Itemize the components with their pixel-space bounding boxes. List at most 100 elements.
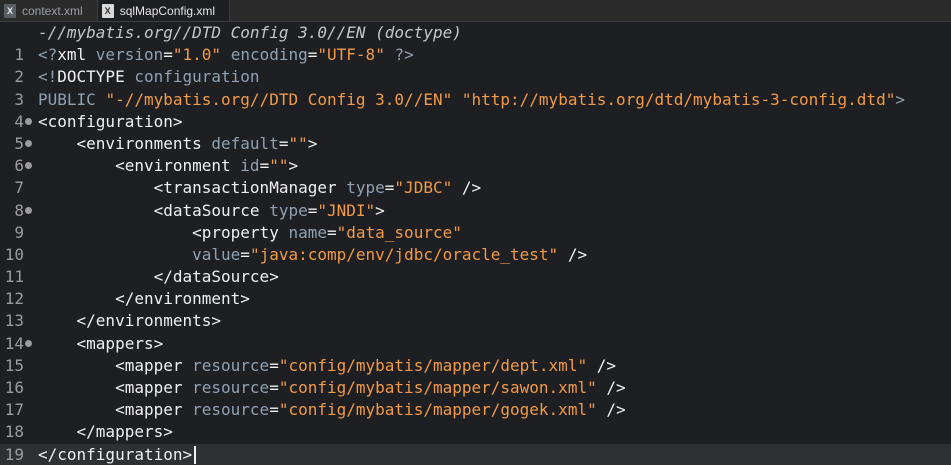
- text-caret: [194, 446, 197, 465]
- token-tag: >: [307, 133, 318, 153]
- code-text: <mappers>: [38, 333, 951, 355]
- code-text: <mapper resource="config/mybatis/mapper/…: [38, 399, 951, 421]
- tab-context-xml[interactable]: X context.xml: [0, 0, 98, 21]
- token-tag: </mappers>: [38, 422, 173, 442]
- tab-label: sqlMapConfig.xml: [119, 3, 216, 18]
- code-text: </dataSource>: [38, 266, 951, 288]
- token-str: "1.0": [172, 45, 222, 65]
- token-str: "JNDI": [317, 200, 376, 220]
- token-kw: =: [307, 45, 318, 65]
- fold-toggle-icon[interactable]: [24, 111, 38, 133]
- code-text: <environment id="">: [38, 155, 951, 177]
- code-text: <property name="data_source": [38, 222, 951, 244]
- token-tag: =: [240, 244, 250, 264]
- code-line[interactable]: 8 <dataSource type="JNDI">: [0, 200, 951, 222]
- code-text: <?xml version="1.0" encoding="UTF-8" ?>: [38, 44, 951, 66]
- token-tag: <property: [38, 222, 289, 242]
- code-text: <dataSource type="JNDI">: [38, 200, 951, 222]
- code-line[interactable]: 19 </configuration>: [0, 443, 951, 465]
- code-line[interactable]: 18 </mappers>: [0, 421, 951, 443]
- code-line[interactable]: 17 <mapper resource="config/mybatis/mapp…: [0, 399, 951, 421]
- token-tag: <environments: [38, 133, 212, 153]
- token-str: "JDBC": [394, 178, 453, 198]
- token-tag: <configuration>: [38, 111, 183, 131]
- token-attr: version: [95, 45, 164, 65]
- token-tag: =: [269, 355, 279, 375]
- token-tag: <dataSource: [38, 200, 270, 220]
- token-tag: />: [587, 355, 616, 375]
- code-line[interactable]: 4 <configuration>: [0, 111, 951, 133]
- code-line[interactable]: 16 <mapper resource="config/mybatis/mapp…: [0, 377, 951, 399]
- code-text: <transactionManager type="JDBC" />: [38, 177, 951, 199]
- fold-toggle-icon[interactable]: [24, 333, 38, 355]
- code-line[interactable]: 5 <environments default="">: [0, 133, 951, 155]
- tab-bar: X context.xml X sqlMapConfig.xml: [0, 0, 951, 22]
- token-attr: encoding: [230, 45, 308, 65]
- line-number: 8: [14, 200, 24, 220]
- token-str: "": [269, 156, 289, 176]
- code-line[interactable]: 6 <environment id="">: [0, 155, 951, 177]
- line-number: 18: [4, 422, 24, 442]
- token-attr: name: [288, 222, 327, 242]
- token-tag: />: [596, 378, 626, 397]
- token-tag: </environment>: [38, 289, 250, 309]
- token-tag: </environments>: [38, 311, 222, 331]
- code-text: </mappers>: [38, 421, 951, 443]
- code-line[interactable]: 10 value="java:comp/env/jdbc/oracle_test…: [0, 244, 951, 266]
- code-line[interactable]: 12 </environment>: [0, 288, 951, 310]
- token-attr: configuration: [134, 67, 260, 87]
- token-tag: >: [288, 156, 299, 176]
- line-number: 16: [4, 378, 24, 397]
- token-tag: =: [307, 200, 318, 220]
- code-line[interactable]: 15 <mapper resource="config/mybatis/mapp…: [0, 355, 951, 377]
- line-number: 3: [14, 89, 24, 109]
- token-attr: resource: [192, 400, 270, 420]
- line-number: 6: [14, 156, 24, 176]
- code-text: <mapper resource="config/mybatis/mapper/…: [38, 355, 951, 377]
- token-proc: <?: [38, 45, 58, 65]
- code-text: <environments default="">: [38, 133, 951, 155]
- fold-toggle-icon[interactable]: [24, 133, 38, 155]
- code-line[interactable]: 3 PUBLIC "-//mybatis.org//DTD Config 3.0/…: [0, 89, 951, 111]
- code-text: PUBLIC "-//mybatis.org//DTD Config 3.0//…: [38, 89, 951, 111]
- token-tag: </dataSource>: [38, 267, 279, 287]
- doctype-header-line: -//mybatis.org//DTD Config 3.0//EN (doct…: [0, 22, 951, 44]
- token-str: "java:comp/env/jdbc/oracle_test": [249, 244, 559, 264]
- token-str: "data_source": [336, 222, 462, 242]
- token-kw: xml: [57, 45, 96, 65]
- fold-toggle-icon[interactable]: [24, 155, 38, 177]
- code-editor[interactable]: -//mybatis.org//DTD Config 3.0//EN (doct…: [0, 22, 951, 465]
- code-line[interactable]: 1 <?xml version="1.0" encoding="UTF-8" ?>: [0, 44, 951, 66]
- code-line[interactable]: 7 <transactionManager type="JDBC" />: [0, 177, 951, 199]
- code-line[interactable]: 13 </environments>: [0, 310, 951, 332]
- token-str: "config/mybatis/mapper/sawon.xml": [278, 378, 597, 397]
- line-number: 12: [4, 289, 24, 309]
- token-tag: <transactionManager: [38, 178, 347, 198]
- token-tag: =: [384, 178, 395, 198]
- code-line[interactable]: 2 <!DOCTYPE configuration: [0, 66, 951, 88]
- code-lines: 1 <?xml version="1.0" encoding="UTF-8" ?>…: [0, 44, 951, 465]
- token-kw: [452, 90, 462, 109]
- token-proc: ?>: [394, 45, 414, 65]
- code-line[interactable]: 11 </dataSource>: [0, 266, 951, 288]
- code-line[interactable]: 14 <mappers>: [0, 333, 951, 355]
- line-number: 2: [14, 67, 24, 87]
- token-attr: value: [192, 244, 241, 264]
- token-attr: resource: [192, 355, 270, 375]
- tab-sqlmapconfig-xml[interactable]: X sqlMapConfig.xml: [97, 0, 231, 21]
- fold-toggle-icon[interactable]: [24, 200, 38, 222]
- code-text: </configuration>: [38, 444, 951, 465]
- code-line[interactable]: 9 <property name="data_source": [0, 222, 951, 244]
- token-attr: default: [211, 133, 279, 153]
- token-str: "http://mybatis.org/dtd/mybatis-3-config…: [461, 89, 896, 109]
- token-str: "UTF-8": [317, 45, 385, 65]
